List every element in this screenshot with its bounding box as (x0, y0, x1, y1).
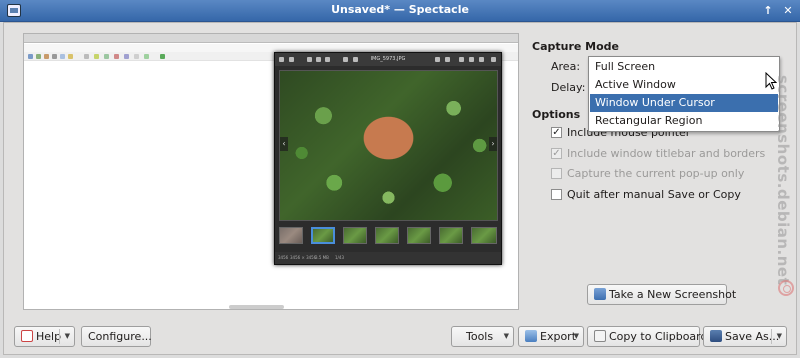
thumbnail-selected (311, 227, 335, 244)
preview-tool-icon (134, 54, 139, 59)
area-label: Area: (551, 60, 581, 73)
preview-tool-icon (144, 54, 149, 59)
preview-tool-icon (68, 54, 73, 59)
preview-tool-icon (104, 54, 109, 59)
title-bar: Unsaved* — Spectacle ↑ ✕ (0, 0, 800, 22)
preview-tool-icon (52, 54, 57, 59)
prev-photo-icon: ‹ (280, 137, 288, 151)
keep-above-icon[interactable]: ↑ (760, 4, 776, 18)
thumbnail-strip (275, 225, 501, 247)
tool-icon (491, 57, 496, 62)
viewer-status-item: 1/43 (335, 255, 344, 260)
split-divider (59, 329, 60, 344)
preview-browser-tabs (24, 34, 518, 43)
thumbnail (343, 227, 367, 244)
help-label: Help (36, 330, 62, 343)
include-titlebar-option: ✓ Include window titlebar and borders (551, 145, 765, 161)
watermark-text: screenshots.debian.net (774, 75, 792, 286)
help-icon (21, 330, 33, 342)
tool-icon (435, 57, 440, 62)
thumbnail (375, 227, 399, 244)
chevron-down-icon: ▼ (503, 332, 509, 340)
preview-tool-icon (114, 54, 119, 59)
viewer-status-item: 3.5 MB (315, 255, 329, 260)
quit-after-save-option[interactable]: Quit after manual Save or Copy (551, 186, 741, 202)
take-new-screenshot-label: Take a New Screenshot (609, 288, 737, 301)
area-option-active-window[interactable]: Active Window (590, 76, 778, 94)
thumbnail (439, 227, 463, 244)
next-photo-icon: › (489, 137, 497, 151)
thumbnail (471, 227, 497, 244)
tool-icon (479, 57, 484, 62)
thumbnail (407, 227, 431, 244)
preview-tool-icon (94, 54, 99, 59)
options-heading: Options (532, 108, 581, 121)
area-dropdown-menu[interactable]: Full Screen Active Window Window Under C… (588, 56, 780, 132)
tools-label: Tools (466, 330, 494, 343)
preview-tool-icon (84, 54, 89, 59)
preview-tool-icon (28, 54, 33, 59)
window-title: Unsaved* — Spectacle (331, 3, 469, 16)
chevron-down-icon[interactable]: ▼ (777, 327, 782, 346)
configure-label: Configure... (88, 330, 152, 343)
preview-menu-strip (24, 44, 518, 52)
tools-button[interactable]: Tools ▼ (451, 326, 514, 347)
chevron-down-icon: ▼ (573, 332, 579, 340)
delay-label: Delay: (551, 81, 586, 94)
capture-mode-heading: Capture Mode (532, 40, 620, 53)
include-titlebar-checkbox: ✓ (551, 147, 562, 159)
viewer-status-item: 3456 (278, 255, 289, 260)
debian-logo-icon (778, 280, 794, 296)
include-mouse-pointer-checkbox[interactable]: ✓ (551, 126, 562, 138)
preview-tool-icon (36, 54, 41, 59)
tool-icon (445, 57, 450, 62)
export-label: Export (540, 330, 577, 343)
split-divider (771, 329, 772, 344)
close-icon[interactable]: ✕ (780, 4, 796, 18)
copy-icon (594, 330, 606, 342)
copy-to-clipboard-button[interactable]: Copy to Clipboard (587, 326, 707, 347)
area-option-full-screen[interactable]: Full Screen (590, 58, 778, 76)
tool-icon (469, 57, 474, 62)
watermark: screenshots.debian.net (774, 75, 796, 305)
viewer-status-item: 3456 × 3456 (290, 255, 317, 260)
capture-popup-label: Capture the current pop-up only (567, 166, 745, 180)
export-button[interactable]: Export ▼ (518, 326, 584, 347)
save-icon (710, 330, 722, 342)
capture-popup-checkbox (551, 167, 562, 179)
quit-after-save-label: Quit after manual Save or Copy (567, 187, 741, 201)
screenshot-preview[interactable]: IMG_5973.JPG ‹ › 3456 3456 × 3456 3.5 MB… (23, 33, 519, 310)
viewer-title: IMG_5973.JPG (370, 56, 406, 62)
preview-tool-icon (124, 54, 129, 59)
preview-scrollbar (229, 305, 284, 309)
take-new-screenshot-button[interactable]: Take a New Screenshot (587, 284, 736, 305)
save-as-button[interactable]: Save As... ▼ (703, 326, 787, 347)
tool-icon (459, 57, 464, 62)
area-option-rectangular-region[interactable]: Rectangular Region (590, 112, 778, 130)
include-titlebar-label: Include window titlebar and borders (567, 146, 766, 160)
preview-tool-icon (44, 54, 49, 59)
preview-photo-viewer: IMG_5973.JPG ‹ › 3456 3456 × 3456 3.5 MB… (274, 52, 502, 265)
quit-after-save-checkbox[interactable] (551, 188, 562, 200)
area-option-window-under-cursor[interactable]: Window Under Cursor (590, 94, 778, 112)
thumbnail (279, 227, 303, 244)
export-icon (525, 330, 537, 342)
preview-photo: ‹ › (279, 70, 498, 221)
copy-to-clipboard-label: Copy to Clipboard (609, 330, 708, 343)
help-button[interactable]: Help ▼ (14, 326, 75, 347)
viewer-status-bar: 3456 3456 × 3456 3.5 MB 1/43 (275, 252, 501, 264)
preview-tool-icon (160, 54, 165, 59)
screenshot-icon (594, 288, 606, 300)
viewer-toolbar: IMG_5973.JPG (275, 53, 501, 66)
preview-tool-icon (60, 54, 65, 59)
capture-popup-option: Capture the current pop-up only (551, 165, 744, 181)
configure-button[interactable]: Configure... (81, 326, 152, 347)
chevron-down-icon[interactable]: ▼ (65, 327, 70, 346)
spectacle-window: IMG_5973.JPG ‹ › 3456 3456 × 3456 3.5 MB… (3, 22, 797, 355)
